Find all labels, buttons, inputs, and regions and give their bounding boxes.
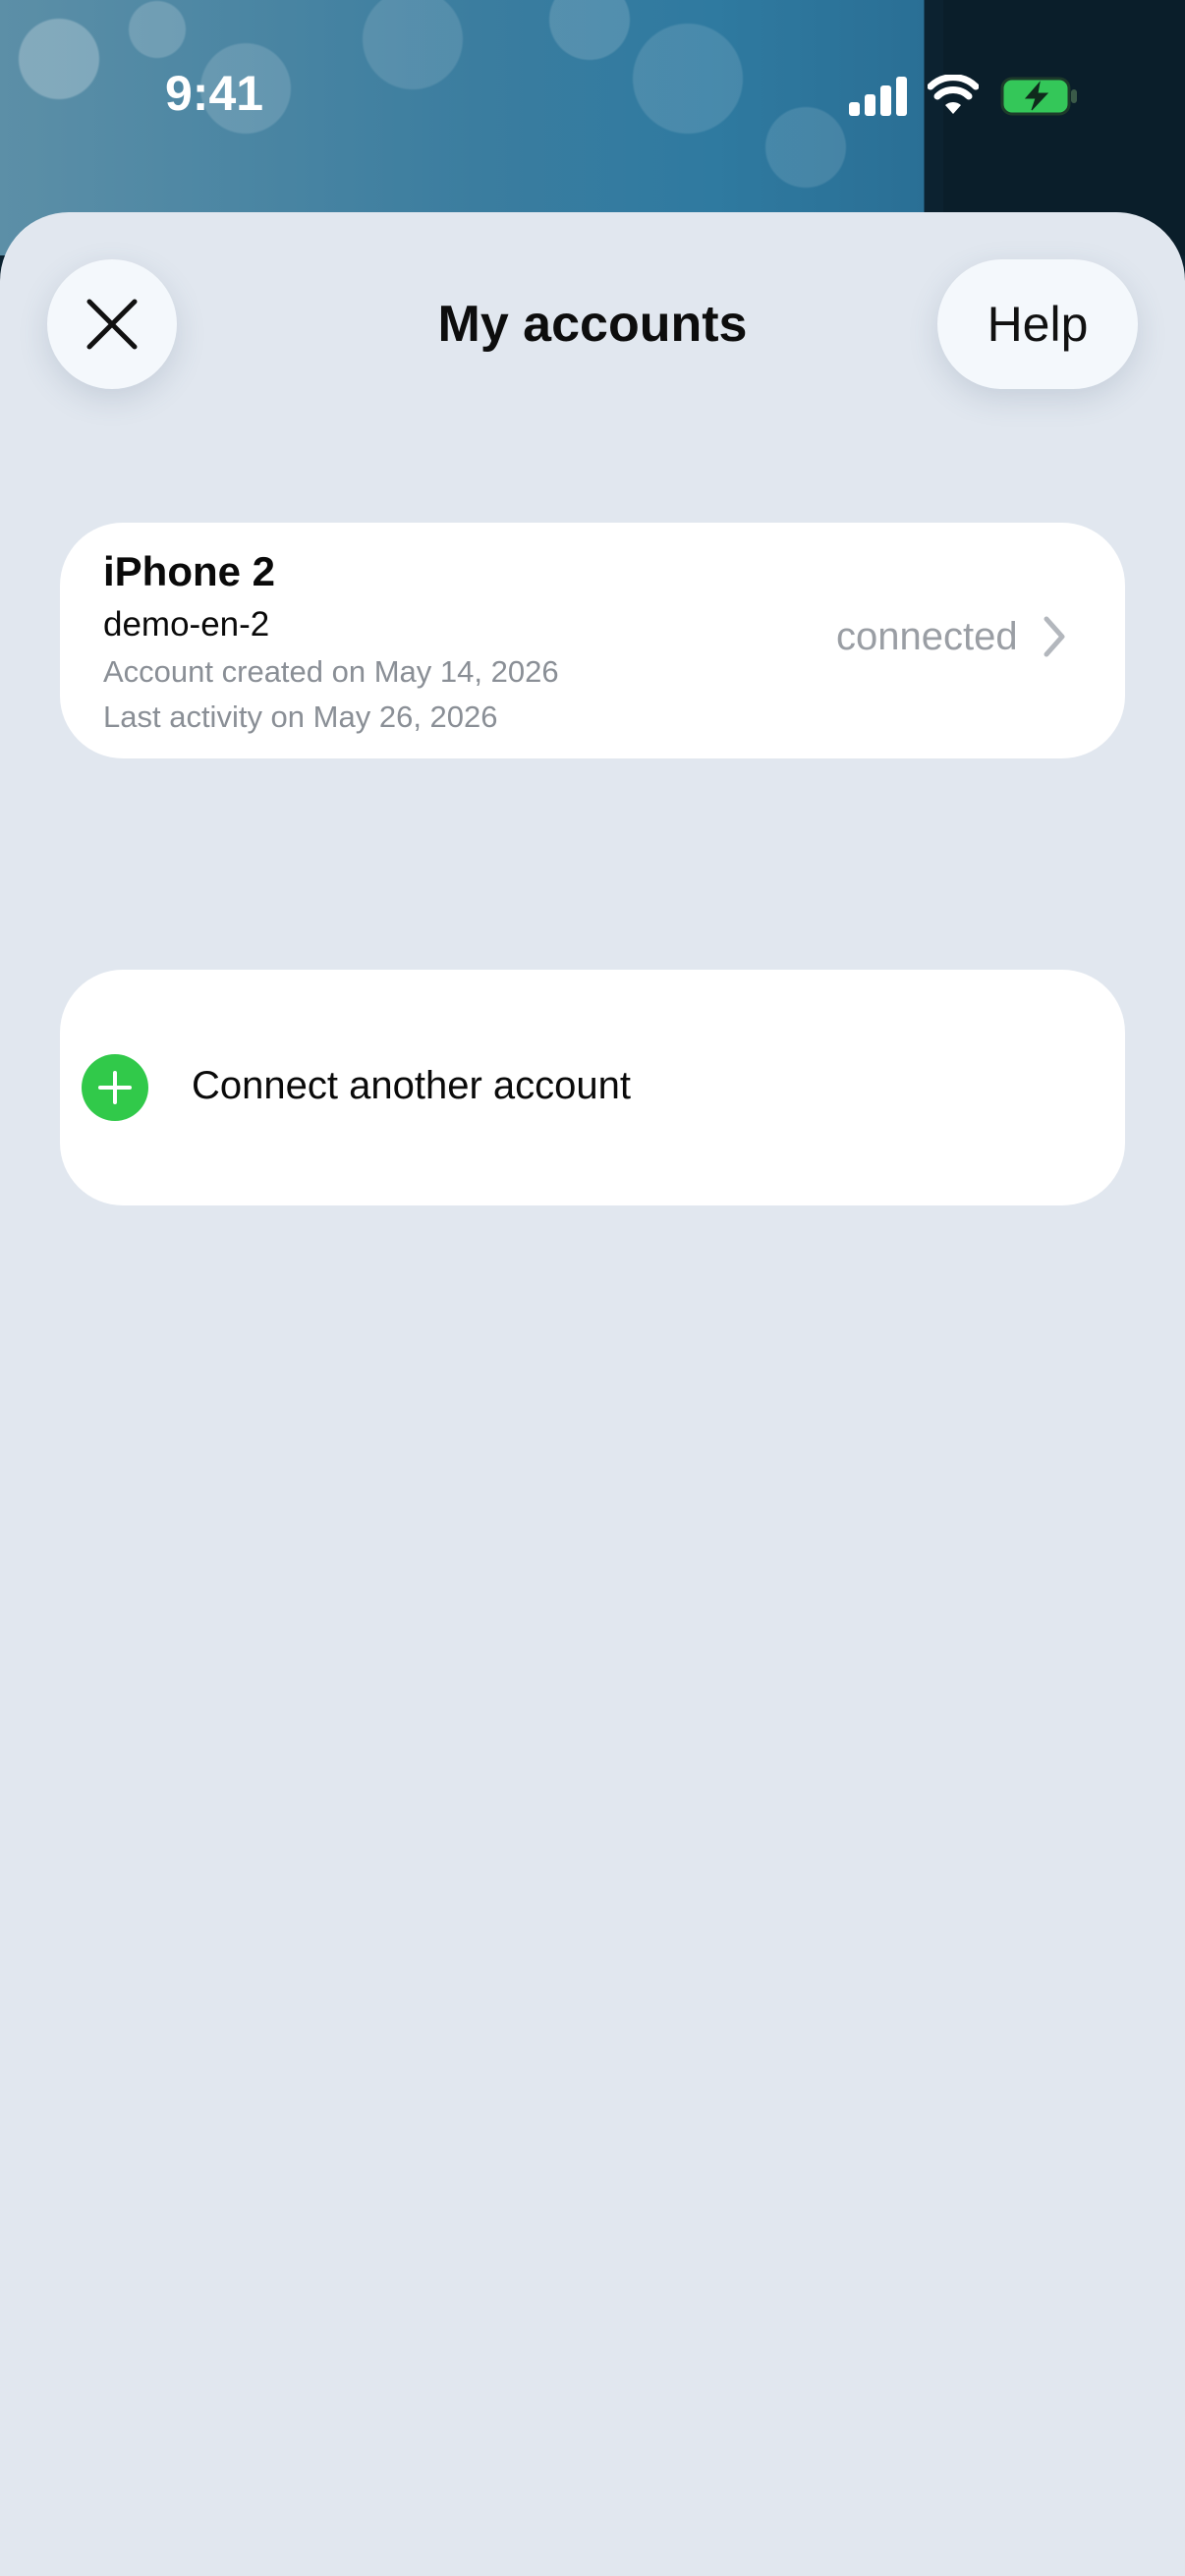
account-created-date: Account created on May 14, 2026 [103, 654, 559, 689]
plus-icon [82, 1054, 148, 1121]
connect-another-account-button[interactable]: Connect another account [60, 970, 1125, 1205]
status-time: 9:41 [165, 66, 264, 121]
battery-charging-icon [1000, 77, 1077, 116]
plus-glyph [98, 1071, 132, 1104]
chevron-right-icon [1044, 616, 1065, 657]
status-bar: 9:41 [0, 0, 1185, 187]
account-username: demo-en-2 [103, 605, 270, 644]
connect-account-label: Connect another account [192, 1064, 631, 1107]
wifi-icon [928, 75, 979, 114]
account-last-activity: Last activity on May 26, 2026 [103, 700, 498, 734]
account-name: iPhone 2 [103, 548, 276, 594]
account-card[interactable]: iPhone 2 demo-en-2 Account created on Ma… [60, 523, 1125, 758]
cellular-signal-icon [849, 77, 908, 116]
help-button[interactable]: Help [937, 259, 1138, 389]
account-status: connected [836, 615, 1018, 658]
accounts-sheet: My accounts Help iPhone 2 demo-en-2 Acco… [0, 212, 1185, 2576]
